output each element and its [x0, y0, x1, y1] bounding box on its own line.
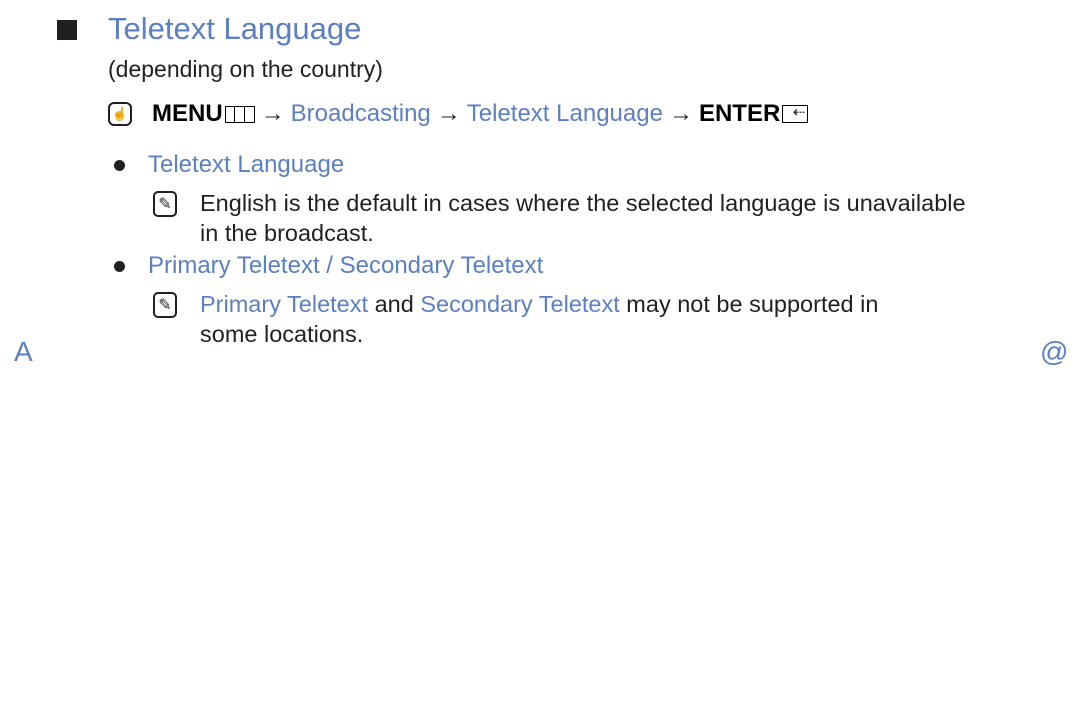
enter-label: ENTER — [698, 100, 781, 127]
path-step-broadcasting[interactable]: Broadcasting — [291, 100, 431, 128]
note-text: Primary Teletext and Secondary Teletext … — [200, 289, 878, 349]
item-heading-teletext-language: Teletext Language — [148, 151, 345, 178]
note-line: some locations. — [200, 321, 364, 347]
bullet-icon — [114, 160, 125, 171]
note-rest: may not be supported in — [619, 291, 879, 317]
item-heading-primary-secondary-teletext: Primary Teletext / Secondary Teletext — [148, 252, 544, 279]
path-arrow: → — [436, 100, 461, 127]
bullet-icon — [114, 261, 125, 272]
note-line: English is the default in cases where th… — [200, 190, 966, 216]
note-line: Primary Teletext and Secondary Teletext … — [200, 289, 878, 319]
note-connector: and — [368, 291, 421, 317]
note-term-secondary: Secondary Teletext — [420, 291, 620, 317]
note-text: English is the default in cases where th… — [200, 188, 966, 248]
path-arrow: → — [260, 100, 285, 127]
menu-button-icon — [224, 105, 255, 123]
page-title: Teletext Language — [108, 11, 362, 46]
note-icon: ✎ — [153, 191, 177, 217]
note-term-primary: Primary Teletext — [200, 291, 369, 317]
menu-label: MENU — [152, 100, 223, 127]
path-step-teletext-language[interactable]: Teletext Language — [467, 100, 663, 128]
note-icon: ✎ — [153, 292, 177, 318]
enter-button-icon: ⇠ — [782, 105, 809, 123]
hand-press-icon: ☝ — [108, 102, 132, 126]
page-subtitle: (depending on the country) — [108, 56, 383, 82]
section-marker-square — [57, 20, 77, 40]
path-arrow: → — [668, 100, 693, 127]
nav-right-link[interactable]: @ — [1040, 336, 1068, 368]
menu-path: ☝ MENU → Broadcasting → Teletext Languag… — [108, 100, 809, 128]
nav-left-link[interactable]: A — [14, 336, 33, 368]
note-line: in the broadcast. — [200, 220, 374, 246]
